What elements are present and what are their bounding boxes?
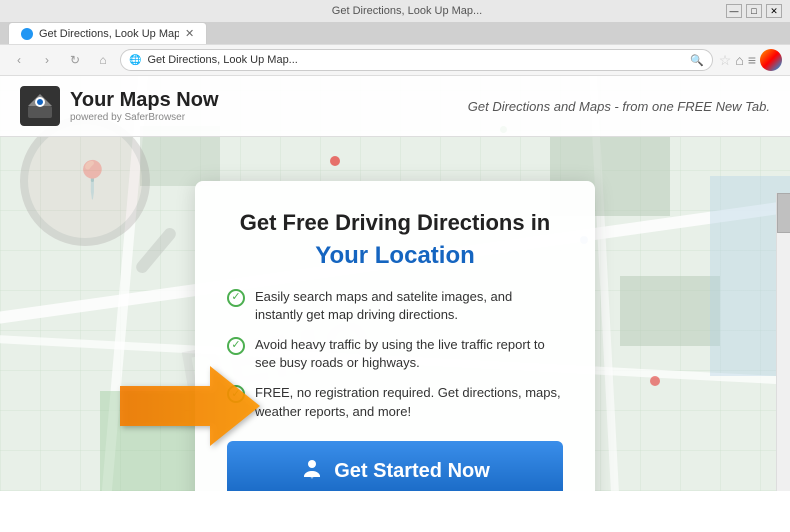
feature-text-3: FREE, no registration required. Get dire… bbox=[255, 384, 563, 420]
site-header: Your Maps Now powered by SaferBrowser Ge… bbox=[0, 76, 790, 137]
check-icon-2: ✓ bbox=[227, 337, 245, 355]
magnifier-handle bbox=[134, 226, 179, 276]
logo-svg-icon bbox=[26, 92, 54, 120]
feature-item-1: ✓ Easily search maps and satelite images… bbox=[227, 288, 563, 324]
feature-item-2: ✓ Avoid heavy traffic by using the live … bbox=[227, 336, 563, 372]
arrow-graphic bbox=[120, 366, 260, 451]
feature-text-2: Avoid heavy traffic by using the live tr… bbox=[255, 336, 563, 372]
home-button[interactable]: ⌂ bbox=[92, 49, 114, 71]
person-pin-icon bbox=[300, 457, 324, 481]
avatar-icon[interactable] bbox=[760, 49, 782, 71]
active-tab[interactable]: Get Directions, Look Up Map... ✕ bbox=[8, 22, 207, 44]
map-block-2 bbox=[620, 276, 720, 346]
feature-item-3: ✓ FREE, no registration required. Get di… bbox=[227, 384, 563, 420]
menu-icon[interactable]: ≡ bbox=[748, 52, 756, 68]
logo-text: Your Maps Now powered by SaferBrowser bbox=[70, 89, 219, 123]
logo-name: Your Maps Now bbox=[70, 89, 219, 112]
logo-subtitle: powered by SaferBrowser bbox=[70, 112, 219, 123]
main-subheading: Your Location bbox=[227, 242, 563, 270]
search-icon: 🔍 bbox=[690, 54, 704, 67]
cta-button-label: Get Started Now bbox=[334, 460, 490, 483]
scrollbar-thumb[interactable] bbox=[777, 193, 790, 233]
window-title: Get Directions, Look Up Map... bbox=[332, 5, 482, 17]
tab-label: Get Directions, Look Up Map... bbox=[39, 28, 179, 40]
address-text: Get Directions, Look Up Map... bbox=[147, 54, 684, 66]
check-icon-1: ✓ bbox=[227, 289, 245, 307]
cta-button-icon bbox=[300, 457, 324, 487]
magnifier-pin-icon: 📍 bbox=[70, 159, 115, 201]
minimize-button[interactable]: — bbox=[726, 4, 742, 18]
nav-right-icons: ☆ ⌂ ≡ bbox=[719, 49, 782, 71]
cta-arrow-icon bbox=[120, 366, 260, 446]
tab-favicon-icon bbox=[21, 28, 33, 40]
content-area: DEMO 📍 bbox=[0, 76, 790, 491]
map-dot-3 bbox=[650, 376, 660, 386]
forward-button[interactable]: › bbox=[36, 49, 58, 71]
feature-list: ✓ Easily search maps and satelite images… bbox=[227, 288, 563, 421]
tab-bar: Get Directions, Look Up Map... ✕ bbox=[0, 22, 790, 44]
scrollbar[interactable] bbox=[776, 193, 790, 491]
back-button[interactable]: ‹ bbox=[8, 49, 30, 71]
magnifier-graphic: 📍 bbox=[20, 116, 190, 316]
refresh-button[interactable]: ↻ bbox=[64, 49, 86, 71]
bookmark-icon[interactable]: ☆ bbox=[719, 52, 732, 69]
maximize-button[interactable]: □ bbox=[746, 4, 762, 18]
title-bar: Get Directions, Look Up Map... — □ ✕ bbox=[0, 0, 790, 22]
address-bar[interactable]: 🌐 Get Directions, Look Up Map... 🔍 bbox=[120, 49, 713, 71]
logo-icon bbox=[20, 86, 60, 126]
nav-bar: ‹ › ↻ ⌂ 🌐 Get Directions, Look Up Map...… bbox=[0, 44, 790, 76]
get-started-button[interactable]: Get Started Now bbox=[227, 441, 563, 491]
browser-window: Get Directions, Look Up Map... — □ ✕ Get… bbox=[0, 0, 790, 491]
feature-text-1: Easily search maps and satelite images, … bbox=[255, 288, 563, 324]
tab-close-button[interactable]: ✕ bbox=[185, 27, 194, 40]
main-heading: Get Free Driving Directions in bbox=[227, 209, 563, 238]
logo-area: Your Maps Now powered by SaferBrowser bbox=[20, 86, 219, 126]
window-controls: — □ ✕ bbox=[726, 4, 782, 18]
home-icon[interactable]: ⌂ bbox=[735, 52, 743, 68]
header-tagline: Get Directions and Maps - from one FREE … bbox=[468, 99, 770, 114]
close-button[interactable]: ✕ bbox=[766, 4, 782, 18]
map-dot-1 bbox=[330, 156, 340, 166]
address-favicon-icon: 🌐 bbox=[129, 55, 141, 66]
